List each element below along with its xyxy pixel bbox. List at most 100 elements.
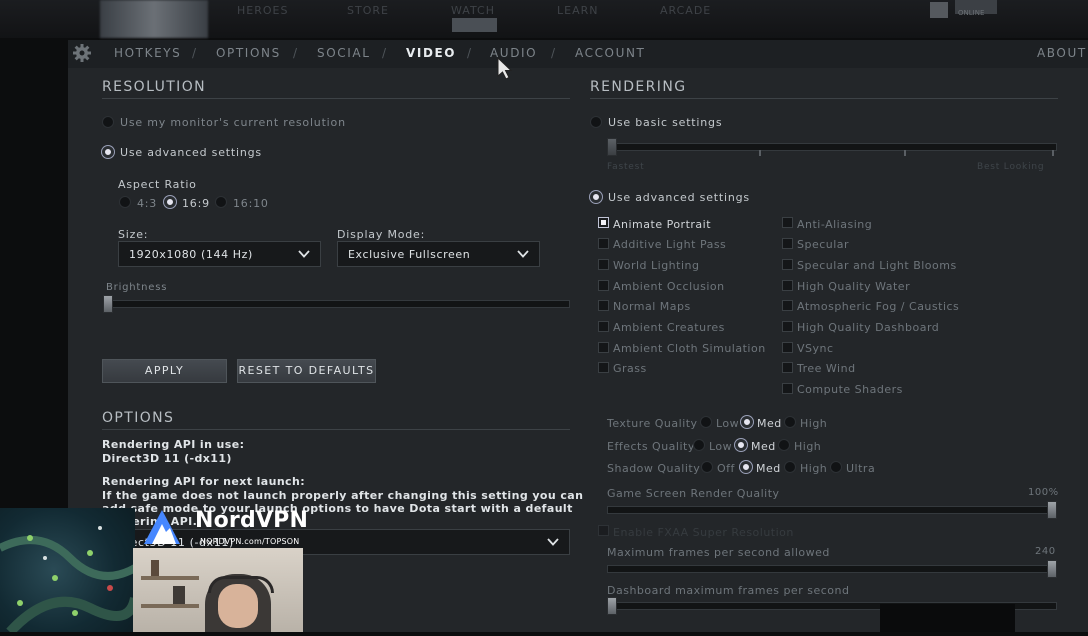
animate-portrait-label: Animate Portrait [613,218,712,231]
shadow-quality-med-radio[interactable] [740,461,752,473]
aspect-16-10-radio[interactable] [215,196,227,208]
additive-light-pass-checkbox[interactable] [598,238,609,249]
high-quality-dashboard-label: High Quality Dashboard [797,321,940,334]
tab-separator: / [551,46,556,60]
shadow-quality-high-label: High [800,462,828,475]
top-bar-blurred: HEROES STORE WATCH LEARN ARCADE ONLINE [0,0,1088,38]
tree-wind-checkbox[interactable] [782,362,793,373]
effects-quality-med-label: Med [751,440,776,453]
slider-tick [904,150,906,156]
aspect-4-3-label: 4:3 [137,197,158,210]
top-nav-item[interactable]: HEROES [237,4,288,17]
display-mode-select[interactable]: Exclusive Fullscreen [337,241,540,267]
tab-separator: / [192,46,197,60]
specular-label: Specular [797,238,850,251]
max-fps-slider-track[interactable] [607,565,1057,573]
brightness-slider-handle[interactable] [103,295,113,313]
render-quality-slider-track[interactable] [607,506,1057,514]
nordvpn-url: NORDVPN.com/TOPSON [200,537,300,546]
status-badge: ONLINE [955,0,997,17]
aspect-4-3-radio[interactable] [119,196,131,208]
shadow-quality-ultra-radio[interactable] [830,461,842,473]
tab-hotkeys[interactable]: HOTKEYS [114,46,181,60]
texture-quality-med-radio[interactable] [741,416,753,428]
use-basic-settings-radio[interactable] [590,116,602,128]
aspect-16-9-radio[interactable] [164,196,176,208]
texture-quality-high-label: High [800,417,828,430]
top-nav-item[interactable]: ARCADE [660,4,711,17]
texture-quality-low-radio[interactable] [700,416,712,428]
top-nav-item[interactable]: STORE [347,4,389,17]
basic-quality-slider-handle[interactable] [607,138,617,156]
max-fps-label: Maximum frames per second allowed [607,546,830,559]
nav-highlight [452,18,497,32]
normal-maps-checkbox[interactable] [598,300,609,311]
ambient-creatures-label: Ambient Creatures [613,321,725,334]
use-monitor-resolution-radio[interactable] [102,116,114,128]
shadow-quality-off-radio[interactable] [701,461,713,473]
tab-options[interactable]: OPTIONS [216,46,281,60]
gear-icon[interactable] [72,43,92,63]
use-advanced-resolution-radio[interactable] [102,146,114,158]
dashboard-fps-slider-handle[interactable] [607,597,617,615]
fxaa-label: Enable FXAA Super Resolution [613,526,794,539]
brightness-slider-track[interactable] [104,300,570,308]
size-label: Size: [118,228,149,241]
tab-social[interactable]: SOCIAL [317,46,370,60]
tab-separator: / [467,46,472,60]
max-fps-slider-handle[interactable] [1047,560,1057,578]
tab-separator: / [293,46,298,60]
shelf-object [151,560,159,576]
section-divider [102,98,570,99]
basic-quality-slider-track[interactable] [607,143,1057,151]
render-quality-slider-handle[interactable] [1047,501,1057,519]
display-mode-label: Display Mode: [337,228,426,241]
dashboard-fps-label: Dashboard maximum frames per second [607,584,850,597]
shadow-quality-high-radio[interactable] [784,461,796,473]
compute-shaders-label: Compute Shaders [797,383,903,396]
slider-tick [1052,150,1054,156]
top-nav-item[interactable]: LEARN [557,4,598,17]
resolution-section-title: RESOLUTION [102,79,207,95]
ambient-creatures-checkbox[interactable] [598,321,609,332]
apply-button[interactable]: APPLY [102,359,227,383]
vsync-checkbox[interactable] [782,342,793,353]
hero-thumbnail [100,0,208,38]
specular-checkbox[interactable] [782,238,793,249]
use-advanced-rendering-radio[interactable] [590,191,602,203]
animate-portrait-checkbox[interactable] [598,217,609,228]
fxaa-checkbox[interactable] [598,525,609,536]
size-select[interactable]: 1920x1080 (144 Hz) [118,241,321,267]
specular-light-blooms-checkbox[interactable] [782,259,793,270]
ambient-cloth-simulation-checkbox[interactable] [598,342,609,353]
world-lighting-label: World Lighting [613,259,700,272]
aspect-16-9-label: 16:9 [182,197,210,210]
texture-quality-label: Texture Quality [607,417,698,430]
grass-checkbox[interactable] [598,362,609,373]
effects-quality-med-radio[interactable] [735,439,747,451]
world-lighting-checkbox[interactable] [598,259,609,270]
ambient-occlusion-checkbox[interactable] [598,280,609,291]
high-quality-dashboard-checkbox[interactable] [782,321,793,332]
tab-about[interactable]: ABOUT [1037,46,1087,60]
atmospheric-fog-checkbox[interactable] [782,300,793,311]
texture-quality-high-radio[interactable] [784,416,796,428]
high-quality-water-checkbox[interactable] [782,280,793,291]
top-nav-item[interactable]: WATCH [451,4,495,17]
nordvpn-brand: NordVPN [195,508,309,533]
use-advanced-rendering-label: Use advanced settings [608,191,750,204]
effects-quality-low-radio[interactable] [693,439,705,451]
tab-video[interactable]: VIDEO [406,46,456,60]
api-note-line: If the game does not launch properly aft… [102,489,584,502]
tab-account[interactable]: ACCOUNT [575,46,646,60]
profile-icon[interactable] [930,2,948,18]
compute-shaders-checkbox[interactable] [782,383,793,394]
slider-tick [759,150,761,156]
use-basic-settings-label: Use basic settings [608,116,723,129]
tab-separator: / [382,46,387,60]
anti-aliasing-checkbox[interactable] [782,217,793,228]
effects-quality-high-radio[interactable] [778,439,790,451]
shelf [141,576,199,580]
reset-to-defaults-button[interactable]: RESET TO DEFAULTS [237,359,376,383]
shelf-object [173,586,185,604]
